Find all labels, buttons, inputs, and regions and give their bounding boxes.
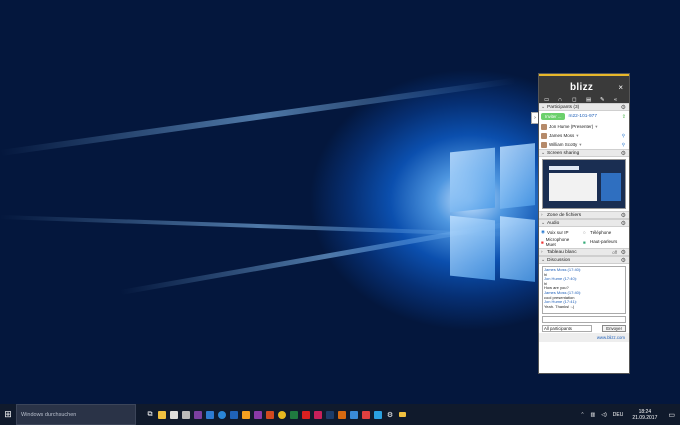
gear-icon[interactable]: ⚙	[621, 212, 626, 219]
section-title: Screen sharing	[547, 150, 580, 156]
gear-icon[interactable]: ⚙	[621, 249, 626, 256]
section-title: Discussion	[547, 257, 571, 263]
voip-label: Voix sur IP	[546, 229, 569, 235]
app-icon[interactable]	[240, 404, 252, 425]
close-button[interactable]: ×	[618, 83, 623, 92]
language-indicator[interactable]: DEU	[610, 412, 627, 418]
section-discussion[interactable]: ⌄ Discussion ⚙	[539, 256, 629, 264]
calculator-icon[interactable]	[180, 404, 192, 425]
onenote-icon[interactable]	[192, 404, 204, 425]
section-title: Participants (3)	[547, 104, 580, 110]
chat-input[interactable]	[542, 316, 626, 323]
blizz-panel: blizz × ▭ ∩ ◻ ▤ ✎ « ⌄ Participants (3) ⚙…	[538, 73, 630, 374]
gear-icon[interactable]: ⚙	[621, 150, 626, 157]
skype-icon[interactable]	[372, 404, 384, 425]
wallpaper-beam	[0, 77, 516, 156]
outlook-icon[interactable]	[228, 404, 240, 425]
wallpaper-logo-pane	[500, 143, 535, 209]
send-button[interactable]: Envoyer	[602, 325, 626, 332]
app-icon[interactable]	[360, 404, 372, 425]
taskbar: ⊞ Windows durchsuchen ⧉ ⚙ ⌃ ▥ ◁) DEU 18:…	[0, 404, 680, 425]
chat-log[interactable]: James Moss (17:40): hi Jon Hume (17:40):…	[542, 266, 626, 314]
indesign-icon[interactable]	[312, 404, 324, 425]
notifications-icon[interactable]: ▭	[663, 411, 680, 419]
avatar	[541, 123, 547, 130]
avatar	[541, 132, 547, 139]
recipient-select[interactable]: All participants	[542, 325, 592, 332]
powerpoint-icon[interactable]	[264, 404, 276, 425]
section-audio[interactable]: ⌄ Audio ⚙	[539, 219, 629, 227]
search-input[interactable]: Windows durchsuchen	[16, 404, 136, 425]
wallpaper-logo-pane	[500, 216, 535, 282]
chrome-icon[interactable]	[276, 404, 288, 425]
app-logo: blizz	[570, 82, 594, 93]
section-title: Zone de fichiers	[547, 212, 582, 218]
mic-muted-icon[interactable]: ■	[541, 240, 544, 245]
mic-icon[interactable]: ⚲	[622, 133, 625, 139]
speakers-label: Haut-parleurs	[590, 239, 618, 245]
wallpaper-logo-pane	[450, 147, 495, 213]
whiteboard-toggle[interactable]: off	[612, 250, 617, 255]
date: 21.09.2017	[632, 414, 658, 421]
section-title: Audio	[547, 220, 560, 226]
network-icon[interactable]: ▥	[588, 412, 599, 418]
section-title: Tableau blanc	[547, 249, 577, 255]
gear-icon[interactable]: ⚙	[621, 220, 626, 227]
voip-radio[interactable]: ◉	[541, 229, 545, 235]
acrobat-icon[interactable]	[300, 404, 312, 425]
windows-start-icon[interactable]: ⊞	[0, 404, 16, 425]
phone-label: Téléphone	[590, 229, 612, 235]
invite-button[interactable]: Inviter ...	[541, 113, 566, 120]
section-screen-sharing[interactable]: ⌄ Screen sharing ⚙	[539, 149, 629, 157]
panel-header: blizz × ▭ ∩ ◻ ▤ ✎ «	[539, 74, 629, 103]
participant-row[interactable]: Jon Hume (Presenter) ▾	[539, 122, 629, 131]
volume-icon[interactable]: ◁)	[598, 412, 610, 418]
teamviewer-icon[interactable]	[348, 404, 360, 425]
gear-icon[interactable]: ⚙	[621, 104, 626, 111]
blizz-taskbar-icon[interactable]	[396, 404, 408, 425]
onenote-app-icon[interactable]	[252, 404, 264, 425]
website-link[interactable]: www.blizz.com	[539, 333, 629, 342]
participant-row[interactable]: James Moss ▾ ⚲	[539, 131, 629, 140]
screen-share-preview[interactable]	[542, 159, 626, 209]
system-tray: ⌃ ▥ ◁) DEU 18:24 21.09.2017 ▭	[577, 404, 680, 425]
avatar	[541, 141, 547, 148]
section-participants[interactable]: ⌄ Participants (3) ⚙	[539, 103, 629, 111]
participant-name: James Moss	[549, 133, 575, 138]
participant-name: Jon Hume (Presenter)	[549, 124, 594, 129]
excel-icon[interactable]	[288, 404, 300, 425]
section-whiteboard[interactable]: › Tableau blanc off ⚙	[539, 248, 629, 256]
mic-icon[interactable]: ⚲	[622, 142, 625, 148]
illustrator-icon[interactable]	[336, 404, 348, 425]
session-id: m22-101-977	[568, 114, 598, 119]
speaker-icon[interactable]: ■	[583, 240, 586, 245]
wallpaper-logo-pane	[450, 215, 495, 281]
clock[interactable]: 18:24 21.09.2017	[626, 409, 663, 421]
share-icon[interactable]: ⇪	[622, 114, 626, 120]
mic-label: Microphone Muet	[545, 237, 570, 247]
task-view-icon[interactable]: ⧉	[144, 404, 156, 425]
explorer-icon[interactable]	[156, 404, 168, 425]
chevron-up-icon[interactable]: ⌃	[577, 412, 587, 418]
phone-radio[interactable]: ○	[583, 230, 586, 235]
store-icon[interactable]	[168, 404, 180, 425]
gear-icon[interactable]: ⚙	[621, 257, 626, 264]
message-text: Yeah. Thanks! :-)	[544, 303, 575, 309]
mail-icon[interactable]	[204, 404, 216, 425]
photoshop-icon[interactable]	[324, 404, 336, 425]
edge-icon[interactable]	[216, 404, 228, 425]
participant-row[interactable]: William Scotty ▾ ⚲	[539, 140, 629, 149]
participant-name: William Scotty	[549, 142, 578, 147]
settings-icon[interactable]: ⚙	[384, 404, 396, 425]
section-files[interactable]: › Zone de fichiers ⚙	[539, 211, 629, 219]
